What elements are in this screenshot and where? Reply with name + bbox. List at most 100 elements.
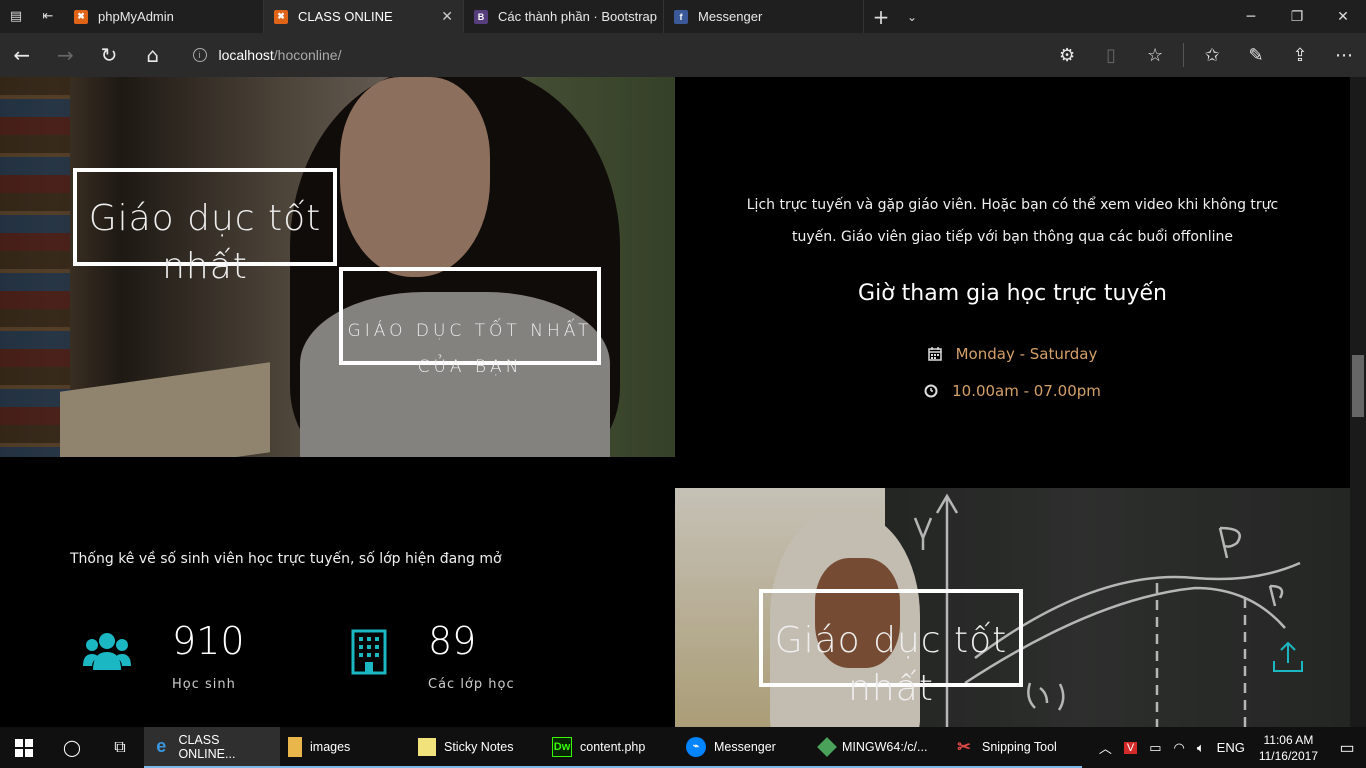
task-view-icon[interactable]: ⧉ [96, 727, 144, 768]
taskbar-app-edge[interactable]: e CLASS ONLINE... [144, 727, 280, 768]
tab-label: phpMyAdmin [98, 9, 174, 24]
address-host: localhost [218, 47, 274, 63]
tab-phpmyadmin[interactable]: ✖ phpMyAdmin [64, 0, 264, 33]
taskbar-app-label: images [310, 739, 351, 754]
hero-title: Giáo dục tốt nhất [88, 198, 322, 287]
building-icon [344, 627, 394, 677]
tab-messenger[interactable]: f Messenger [664, 0, 864, 33]
cortana-search-icon[interactable]: ◯ [48, 727, 96, 768]
close-window-icon[interactable]: ✕ [1320, 0, 1366, 33]
tab-label: CLASS ONLINE [298, 9, 393, 24]
favorite-star-icon[interactable]: ☆ [1133, 33, 1177, 77]
tab-bootstrap[interactable]: B Các thành phần · Bootstrap [464, 0, 664, 33]
web-page: Giáo dục tốt nhất GIÁO DỤC TỐT NHẤT CỦA … [0, 77, 1366, 727]
taskbar-app-label: Messenger [714, 739, 776, 754]
more-menu-icon[interactable]: ⋯ [1322, 33, 1366, 77]
dreamweaver-icon: Dw [552, 736, 572, 757]
edge-icon: e [156, 736, 167, 756]
web-note-icon[interactable]: ✎ [1234, 33, 1278, 77]
tab-preview-chevron-icon[interactable]: ⌄ [898, 0, 926, 33]
action-center-icon[interactable]: ▭ [1328, 738, 1366, 758]
schedule-section: Lịch trực tuyến và gặp giáo viên. Hoặc b… [675, 77, 1350, 457]
restore-icon[interactable]: ❐ [1274, 0, 1320, 33]
windows-logo-icon [15, 738, 33, 757]
tab-class-online[interactable]: ✖ CLASS ONLINE ✕ [264, 0, 464, 33]
clock-time: 11:06 AM [1263, 732, 1314, 747]
scrollbar-thumb[interactable] [1352, 355, 1364, 417]
tab-label: Các thành phần · Bootstrap [498, 9, 657, 24]
facebook-icon: f [674, 9, 688, 24]
taskbar-app-label: MINGW64:/c/... [842, 739, 928, 754]
stat-classes: 89 Các lớp học [344, 619, 514, 692]
new-tab-button[interactable]: + [864, 0, 898, 33]
clock-date: 11/16/2017 [1258, 748, 1318, 763]
extension-icon[interactable]: ⚙ [1045, 33, 1089, 77]
browser-titlebar: ▤ ⇤ ✖ phpMyAdmin ✖ CLASS ONLINE ✕ B Các … [0, 0, 1366, 33]
stats-section: Thống kê về số sinh viên học trực tuyến,… [0, 457, 675, 727]
folder-icon [288, 736, 302, 757]
stats-description: Thống kê về số sinh viên học trực tuyến,… [70, 551, 502, 567]
taskbar-app-label: CLASS ONLINE... [178, 732, 236, 761]
taskbar-app-explorer[interactable]: images [280, 727, 410, 768]
minimize-icon[interactable]: ─ [1228, 0, 1274, 33]
taskbar-app-label: Sticky Notes [444, 739, 514, 754]
volume-icon[interactable]: 🔈︎ [1197, 740, 1205, 756]
address-path: /hoconline/ [273, 47, 342, 63]
favorites-hub-icon[interactable]: ✩ [1190, 33, 1234, 77]
share-icon[interactable]: ⇪ [1278, 33, 1322, 77]
page-scrollbar[interactable] [1350, 77, 1366, 727]
windows-taskbar: ◯ ⧉ e CLASS ONLINE... images Sticky Note… [0, 727, 1366, 768]
taskbar-app-dreamweaver[interactable]: Dw content.php [544, 727, 678, 768]
stat-students: 910 Học sinh [82, 619, 245, 692]
home-button[interactable]: ⌂ [131, 33, 175, 77]
browser-toolbar: ← → ↻ ⌂ i localhost /hoconline/ ⚙ ▯ ☆ ✩ … [0, 33, 1366, 77]
scroll-to-top-icon[interactable] [1270, 639, 1306, 675]
tab-label: Messenger [698, 9, 763, 24]
reading-view-icon[interactable]: ▯ [1089, 33, 1133, 77]
back-button[interactable]: ← [0, 33, 44, 77]
tabs-aside-icon[interactable]: ⇤ [32, 0, 64, 33]
clock-icon [924, 384, 938, 398]
schedule-days-text: Monday - Saturday [955, 345, 1098, 363]
taskbar-app-label: content.php [580, 739, 646, 754]
stat-label: Các lớp học [428, 677, 515, 692]
hero-subtitle: GIÁO DỤC TỐT NHẤT CỦA BẠN [347, 321, 593, 377]
show-hidden-icons-chevron-icon[interactable]: ︿ [1099, 738, 1112, 757]
xampp-icon: ✖ [74, 9, 88, 24]
taskbar-app-label: Snipping Tool [982, 739, 1057, 754]
stat-label: Học sinh [172, 677, 236, 692]
bootstrap-icon: B [474, 9, 488, 24]
messenger-icon: ⌁ [686, 736, 706, 757]
git-icon [817, 736, 837, 757]
users-icon [82, 627, 132, 677]
schedule-days: Monday - Saturday [675, 345, 1350, 363]
close-tab-icon[interactable]: ✕ [441, 8, 453, 25]
schedule-hours: 10.00am - 07.00pm [675, 382, 1350, 400]
language-indicator[interactable]: ENG [1217, 740, 1245, 755]
taskbar-app-snipping-tool[interactable]: ✂ Snipping Tool [946, 727, 1082, 768]
wifi-icon[interactable]: ◠ [1174, 740, 1185, 756]
refresh-button[interactable]: ↻ [87, 33, 131, 77]
antivirus-icon[interactable]: V [1123, 741, 1138, 754]
forward-button[interactable]: → [44, 33, 88, 77]
window-controls: ─ ❐ ✕ [1228, 0, 1366, 33]
calendar-icon [927, 347, 942, 361]
start-button[interactable] [0, 727, 48, 768]
schedule-description: Lịch trực tuyến và gặp giáo viên. Hoặc b… [746, 197, 1279, 245]
stat-value: 910 [172, 619, 245, 663]
address-bar[interactable]: i localhost /hoconline/ [192, 40, 1046, 70]
taskbar-app-git-bash[interactable]: MINGW64:/c/... [812, 727, 946, 768]
sticky-notes-icon [418, 737, 436, 756]
system-tray: ︿ V ▭ ◠ 🔈︎ ENG 11:06 AM 11/16/2017 ▭ [1093, 727, 1366, 768]
taskbar-app-messenger[interactable]: ⌁ Messenger [678, 727, 812, 768]
xampp-icon: ✖ [274, 9, 288, 24]
clock[interactable]: 11:06 AM 11/16/2017 [1259, 732, 1318, 764]
schedule-heading: Giờ tham gia học trực tuyến [858, 281, 1167, 306]
toolbar-divider [1183, 43, 1185, 67]
hero2-title: Giáo dục tốt nhất [774, 620, 1008, 709]
battery-icon[interactable]: ▭ [1149, 740, 1161, 756]
site-info-icon[interactable]: i [192, 48, 207, 62]
set-aside-tabs-icon[interactable]: ▤ [0, 0, 32, 33]
taskbar-app-sticky-notes[interactable]: Sticky Notes [410, 727, 544, 768]
schedule-hours-text: 10.00am - 07.00pm [952, 382, 1101, 400]
